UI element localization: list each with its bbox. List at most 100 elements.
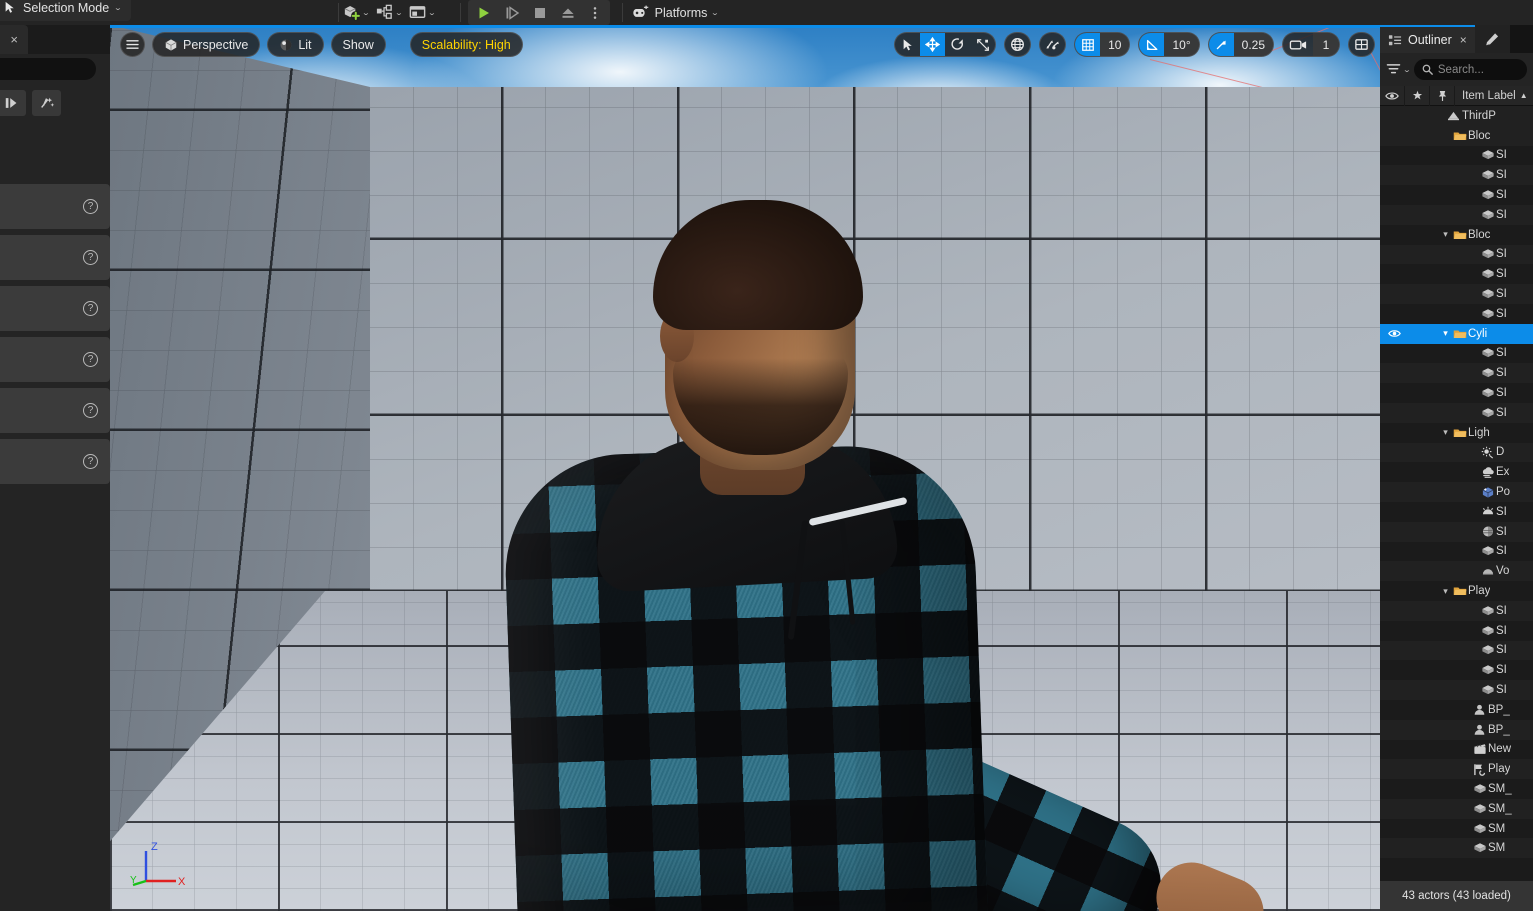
camera-speed-button[interactable] [1283,32,1313,57]
column-favorite[interactable] [1405,86,1430,106]
outliner-row-mesh[interactable]: SM_ [1380,779,1533,799]
rotate-tool-button[interactable] [945,32,970,57]
grid-snap-toggle[interactable] [1075,32,1100,57]
tab-details[interactable] [1475,25,1510,53]
visibility-eye-icon[interactable] [1388,329,1401,338]
category-all-classes-button[interactable] [32,90,61,116]
outliner-row-mesh[interactable]: SI [1380,601,1533,621]
play-options-button[interactable] [582,0,608,25]
help-icon[interactable]: ? [83,250,98,265]
expand-arrow-icon[interactable]: ▾ [1440,328,1451,339]
outliner-row-folder[interactable]: ▾Play [1380,581,1533,601]
viewport-layout-button[interactable] [1349,32,1374,57]
outliner-row-mesh[interactable]: SI [1380,403,1533,423]
translate-tool-button[interactable] [920,32,945,57]
outliner-row-mesh[interactable]: SI [1380,304,1533,324]
outliner-row-light[interactable]: D [1380,443,1533,463]
outliner-row-mesh[interactable]: SM [1380,838,1533,858]
place-actors-tab[interactable]: × [0,25,28,54]
outliner-row-mesh[interactable]: SI [1380,344,1533,364]
grid-snap-value[interactable]: 10 [1100,32,1129,57]
outliner-filter-button[interactable]: ⌄ [1386,63,1410,76]
eject-button[interactable] [554,0,582,25]
outliner-row-level[interactable]: ThirdP [1380,106,1533,126]
list-item[interactable]: r ? [0,184,110,229]
outliner-row-folder[interactable]: ▾Cyli [1380,324,1533,344]
show-menu-button[interactable]: Show [331,32,386,57]
outliner-row-bp[interactable]: BP_ [1380,720,1533,740]
platforms-dropdown[interactable]: Platforms ⌄ [623,0,727,25]
outliner-row-mesh[interactable]: SI [1380,264,1533,284]
scale-tool-button[interactable] [970,32,995,57]
search-input[interactable]: Search... [1414,59,1527,80]
category-visual-effects-button[interactable] [0,90,26,116]
scale-snap-toggle[interactable] [1209,32,1234,57]
outliner-row-mesh[interactable]: SM [1380,819,1533,839]
outliner-row-mesh[interactable]: SI [1380,621,1533,641]
help-icon[interactable]: ? [83,454,98,469]
list-item[interactable]: ? [0,235,110,280]
selection-mode-dropdown[interactable]: Selection Mode ⌄ [0,0,131,21]
outliner-row-volume[interactable]: Vo [1380,561,1533,581]
outliner-row-mesh[interactable]: SI [1380,680,1533,700]
help-icon[interactable]: ? [83,199,98,214]
expand-arrow-icon[interactable]: ▾ [1440,229,1451,240]
world-coordinate-button[interactable] [1005,32,1030,57]
outliner-row-mesh[interactable]: SI [1380,542,1533,562]
outliner-row-mesh[interactable]: SI [1380,383,1533,403]
outliner-row-mesh[interactable]: SI [1380,284,1533,304]
camera-speed-value[interactable]: 1 [1313,32,1339,57]
surface-snap-button[interactable] [1040,32,1065,57]
outliner-row-mesh[interactable]: SI [1380,146,1533,166]
stop-button[interactable] [526,0,554,25]
outliner-row-pp[interactable]: Po [1380,482,1533,502]
play-button[interactable] [470,0,498,25]
help-icon[interactable]: ? [83,301,98,316]
list-item[interactable]: Sphere ? [0,439,110,484]
outliner-row-light[interactable]: SI [1380,502,1533,522]
outliner-row-mesh[interactable]: SI [1380,165,1533,185]
viewport-menu-button[interactable] [120,32,145,57]
list-item[interactable]: tart ? [0,337,110,382]
outliner-row-bp[interactable]: BP_ [1380,700,1533,720]
list-item[interactable]: Box ? [0,388,110,433]
outliner-row-fog[interactable]: Ex [1380,462,1533,482]
outliner-row-seq[interactable]: New [1380,740,1533,760]
tab-outliner[interactable]: Outliner × [1380,25,1475,53]
help-icon[interactable]: ? [83,403,98,418]
outliner-row-mesh[interactable]: SI [1380,660,1533,680]
angle-snap-value[interactable]: 10° [1164,32,1198,57]
outliner-row-mesh[interactable]: SI [1380,205,1533,225]
outliner-row-mesh[interactable]: SI [1380,641,1533,661]
scalability-button[interactable]: Scalability: High [410,32,523,57]
select-tool-button[interactable] [895,32,920,57]
outliner-row-mesh[interactable]: SI [1380,245,1533,265]
scale-snap-value[interactable]: 0.25 [1234,32,1273,57]
camera-mode-button[interactable]: Perspective [152,32,260,57]
angle-snap-toggle[interactable] [1139,32,1164,57]
outliner-tree[interactable]: ThirdPBlocSISISISI▾BlocSISISISI▾CyliSISI… [1380,106,1533,858]
column-visibility[interactable] [1380,86,1405,106]
column-item-label[interactable]: Item Label ▲ [1455,90,1533,102]
place-actors-search-input[interactable] [0,58,96,80]
level-viewport[interactable]: Perspective Lit Show Scalability: High [110,25,1380,911]
close-icon[interactable]: × [10,32,18,47]
level-button[interactable]: ⌄ [405,0,438,25]
view-mode-button[interactable]: Lit [267,32,323,57]
outliner-row-mesh[interactable]: SI [1380,363,1533,383]
list-item[interactable]: ht ? [0,286,110,331]
outliner-row-mesh[interactable]: SM_ [1380,799,1533,819]
skip-button[interactable] [498,0,526,25]
close-icon[interactable]: × [1460,33,1467,47]
add-actor-button[interactable]: ⌄ [339,0,372,25]
outliner-row-folder[interactable]: Bloc [1380,126,1533,146]
help-icon[interactable]: ? [83,352,98,367]
expand-arrow-icon[interactable]: ▾ [1440,586,1451,597]
outliner-row-sky[interactable]: SI [1380,522,1533,542]
column-pin[interactable] [1430,86,1455,106]
outliner-row-folder[interactable]: ▾Bloc [1380,225,1533,245]
blueprints-button[interactable]: ⌄ [372,0,405,25]
expand-arrow-icon[interactable]: ▾ [1440,427,1451,438]
outliner-row-start[interactable]: Play [1380,759,1533,779]
outliner-row-folder[interactable]: ▾Ligh [1380,423,1533,443]
